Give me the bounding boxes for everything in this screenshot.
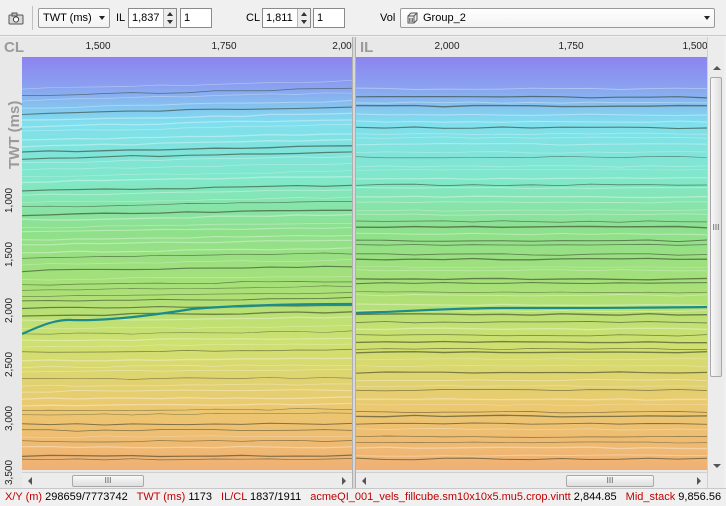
reflector [356, 340, 707, 344]
toolbar-separator [32, 6, 33, 30]
spin-up-icon[interactable] [167, 12, 173, 16]
y-tick-label: 1,500 [4, 241, 15, 267]
il-spin-buttons[interactable] [163, 9, 176, 27]
ilcl-label: IL/CL [221, 491, 247, 503]
cl-step-value: 1 [317, 12, 324, 24]
x-tick-label: 1,750 [558, 41, 584, 52]
crossline-horizontal-scrollbar[interactable]: III [22, 472, 352, 488]
x-tick-label: 1,500 [682, 41, 707, 52]
domain-select[interactable]: TWT (ms) [38, 8, 110, 28]
y-tick-label: 3,500 [4, 459, 15, 485]
cl-spinbox[interactable]: 1,811 [262, 8, 311, 28]
y-tick-label: 2,500 [4, 351, 15, 377]
x-tick-label: 2,000 [434, 41, 460, 52]
status-bar: X/Y (m) 298659/7773742 TWT (ms) 1173 IL/… [0, 488, 726, 506]
vol-label: Vol [380, 12, 396, 24]
y-axis-label: TWT (ms) [6, 100, 23, 169]
domain-select-value: TWT (ms) [43, 12, 92, 24]
cl-label: CL [246, 12, 261, 24]
x-tick-label: 2,00 [332, 41, 352, 52]
scroll-left-icon[interactable] [28, 477, 32, 485]
crossline-seismic-image[interactable] [21, 57, 352, 470]
il-spinbox[interactable]: 1,837 [128, 8, 177, 28]
scrollbar-thumb[interactable]: III [72, 475, 144, 487]
stack-label: Mid_stack [625, 491, 676, 503]
y-tick-label: 2,000 [4, 297, 15, 323]
chevron-down-icon [704, 16, 710, 20]
x-tick-label: 1,750 [211, 41, 237, 52]
volume-select[interactable]: Group_2 [400, 8, 715, 28]
toolbar: TWT (ms) IL 1,837 1 CL 1,811 1 Vol Group… [0, 0, 726, 36]
cl-step-input[interactable]: 1 [313, 8, 345, 28]
inline-section-panel[interactable]: IL 2,000 1,750 1,500 III [356, 37, 707, 488]
ilcl-value: 1837/1911 [250, 491, 302, 503]
inline-horizontal-scrollbar[interactable]: III [356, 472, 707, 488]
twt-label: TWT (ms) [136, 491, 186, 503]
scroll-left-icon[interactable] [362, 477, 366, 485]
xy-value: 298659/7773742 [45, 491, 128, 503]
x-tick-label: 1,500 [85, 41, 111, 52]
scroll-right-icon[interactable] [697, 477, 701, 485]
camera-icon[interactable] [6, 9, 26, 27]
y-tick-label: 1,000 [4, 187, 15, 213]
scroll-right-icon[interactable] [342, 477, 346, 485]
panel-title: IL [360, 39, 374, 56]
scroll-down-icon[interactable] [713, 464, 721, 468]
crossline-section-panel[interactable]: CL 1,500 1,750 2,00 TWT (ms) 1,000 1,500… [0, 37, 352, 488]
volume-select-value: Group_2 [423, 12, 466, 24]
spin-down-icon[interactable] [301, 20, 307, 24]
inline-seismic-image[interactable] [356, 57, 707, 470]
stack-value: 9,856.56 [678, 491, 722, 503]
y-tick-label: 3,000 [4, 405, 15, 431]
volume-label: acmeQI_001_vels_fillcube.sm10x10x5.mu5.c… [310, 491, 571, 503]
volume-icon [406, 12, 419, 31]
inline-seismic-canvas [356, 57, 707, 470]
scrollbar-thumb[interactable]: III [566, 475, 654, 487]
panel-title: CL [4, 39, 24, 56]
scrollbar-thumb[interactable]: III [710, 77, 722, 377]
il-step-value: 1 [184, 12, 191, 24]
cl-value: 1,811 [266, 12, 293, 24]
chevron-down-icon [99, 16, 105, 20]
cl-spin-buttons[interactable] [297, 9, 310, 27]
seismic-viewer-window: TWT (ms) IL 1,837 1 CL 1,811 1 Vol Group… [0, 0, 726, 506]
il-value: 1,837 [132, 12, 160, 24]
velocity-background [356, 57, 707, 470]
twt-value: 1173 [188, 491, 212, 503]
spin-down-icon[interactable] [167, 20, 173, 24]
spin-up-icon[interactable] [301, 12, 307, 16]
vertical-scrollbar[interactable]: III [707, 37, 724, 488]
crossline-seismic-canvas [21, 57, 352, 470]
volume-value: 2,844.85 [573, 491, 617, 503]
xy-label: X/Y (m) [5, 491, 43, 503]
il-label: IL [116, 12, 126, 24]
il-step-input[interactable]: 1 [180, 8, 212, 28]
scroll-up-icon[interactable] [713, 66, 721, 70]
